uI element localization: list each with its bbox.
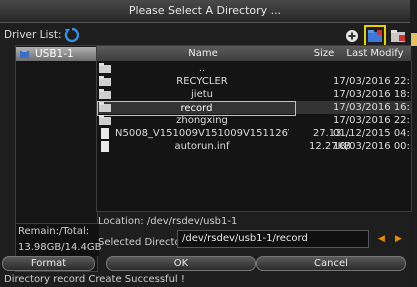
driver-item-usb1-1[interactable]: USB1-1 (16, 47, 97, 61)
file-name: RECYCLER (176, 76, 228, 87)
table-row[interactable]: zhongxing 17/03/2016 22:... (97, 114, 411, 127)
file-name: autorun.inf (174, 141, 230, 152)
table-row[interactable]: RECYCLER 17/03/2016 22:... (97, 75, 411, 88)
dialog-title: Please Select A Directory ... (0, 0, 410, 23)
location-label: Location: (98, 216, 144, 227)
table-row[interactable]: autorun.inf 12.27KB 18/03/2016 00:... (97, 140, 411, 153)
storage-value: 13.98GB/14.4GB (18, 242, 102, 253)
arrow-right-icon[interactable]: ▶ (395, 234, 402, 244)
folder-icon (99, 63, 111, 73)
file-date: 17/03/2016 16:... (333, 102, 411, 113)
file-date: 17/03/2016 18:... (333, 89, 411, 100)
refresh-icon[interactable] (64, 27, 80, 43)
file-name: jietu (191, 89, 213, 100)
arrow-left-icon[interactable]: ◀ (378, 234, 385, 244)
side-marker (411, 33, 417, 46)
file-name: .. (198, 63, 206, 74)
driver-list-label: Driver List: (4, 29, 62, 41)
folder-icon (99, 76, 111, 86)
column-header-size[interactable]: Size (309, 46, 340, 61)
location-display: Location: /dev/rsdev/usb1-1 (98, 216, 237, 227)
file-name: zhongxing (176, 115, 228, 126)
file-date: 01/12/2015 04:... (333, 128, 411, 139)
usb-drive-icon (20, 49, 29, 58)
delete-folder-icon[interactable] (390, 28, 406, 44)
driver-list: USB1-1 Remain:/Total: 13.98GB/14.4GB (15, 45, 102, 272)
driver-item-label: USB1-1 (35, 48, 74, 60)
file-list: Name Size Last Modify .. RECYCLER 17/03/20… (96, 45, 412, 212)
file-name: N5008_V151009V151009V151126V151... (115, 128, 289, 139)
directory-dialog: Please Select A Directory ... Driver Lis… (0, 0, 412, 287)
new-folder-icon[interactable] (364, 25, 386, 47)
file-date: 18/03/2016 00:... (333, 141, 411, 152)
file-date: 17/03/2016 22:... (333, 115, 411, 126)
table-row[interactable]: record 17/03/2016 16:... (97, 101, 411, 116)
storage-label: Remain:/Total: (18, 226, 90, 237)
add-icon[interactable] (344, 28, 360, 44)
table-row[interactable]: N5008_V151009V151009V151126V151...27.13.… (97, 127, 411, 140)
status-message: Directory record Create Successful ! (4, 274, 185, 285)
selected-directory-field[interactable]: /dev/rsdev/usb1-1/record (177, 230, 369, 248)
table-row[interactable]: .. (97, 62, 411, 75)
location-value: /dev/rsdev/usb1-1 (146, 216, 238, 227)
ok-button[interactable]: OK (106, 256, 256, 271)
file-icon (101, 128, 109, 139)
file-icon (101, 141, 109, 152)
column-header-name[interactable]: Name (97, 46, 310, 61)
folder-icon (99, 89, 111, 99)
format-button[interactable]: Format (2, 256, 95, 271)
cancel-button[interactable]: Cancel (256, 256, 406, 271)
storage-info: Remain:/Total: 13.98GB/14.4GB (16, 223, 102, 256)
column-header-last-modify[interactable]: Last Modify (339, 46, 412, 61)
file-date: 17/03/2016 22:... (333, 76, 411, 87)
table-row[interactable]: jietu 17/03/2016 18:... (97, 88, 411, 101)
folder-icon (99, 115, 111, 125)
